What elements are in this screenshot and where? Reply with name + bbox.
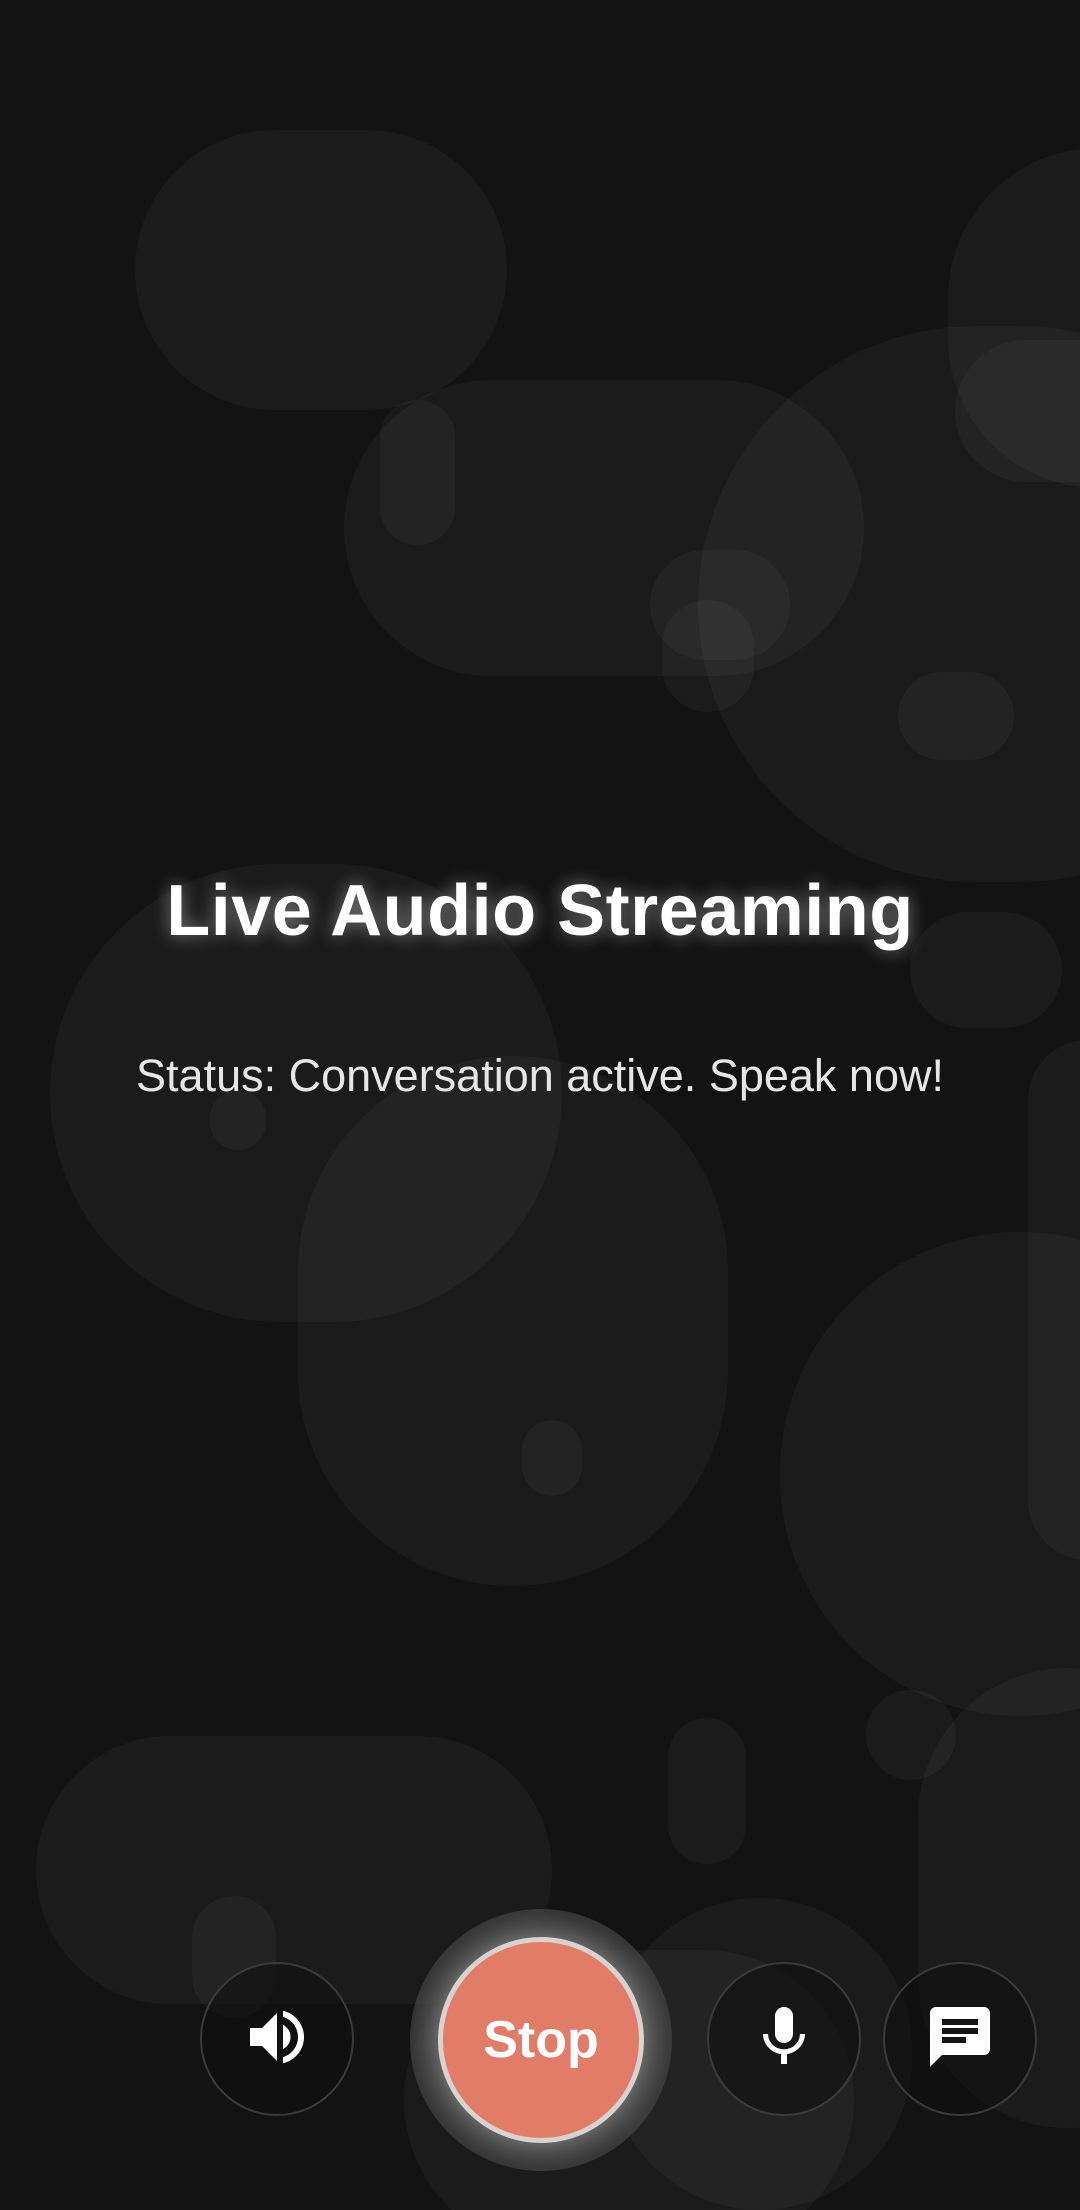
chat-icon xyxy=(924,2001,996,2078)
page-title: Live Audio Streaming xyxy=(166,871,914,951)
chat-button[interactable] xyxy=(883,1962,1037,2116)
volume-up-icon xyxy=(241,2001,313,2078)
microphone-button[interactable] xyxy=(707,1962,861,2116)
background-decoration xyxy=(0,0,1080,2210)
stop-button[interactable]: Stop xyxy=(438,1937,644,2143)
live-audio-screen: Live Audio Streaming Status: Conversatio… xyxy=(0,0,1080,2210)
status-text: Status: Conversation active. Speak now! xyxy=(136,1050,944,1101)
microphone-icon xyxy=(748,2001,820,2078)
speaker-button[interactable] xyxy=(200,1962,354,2116)
